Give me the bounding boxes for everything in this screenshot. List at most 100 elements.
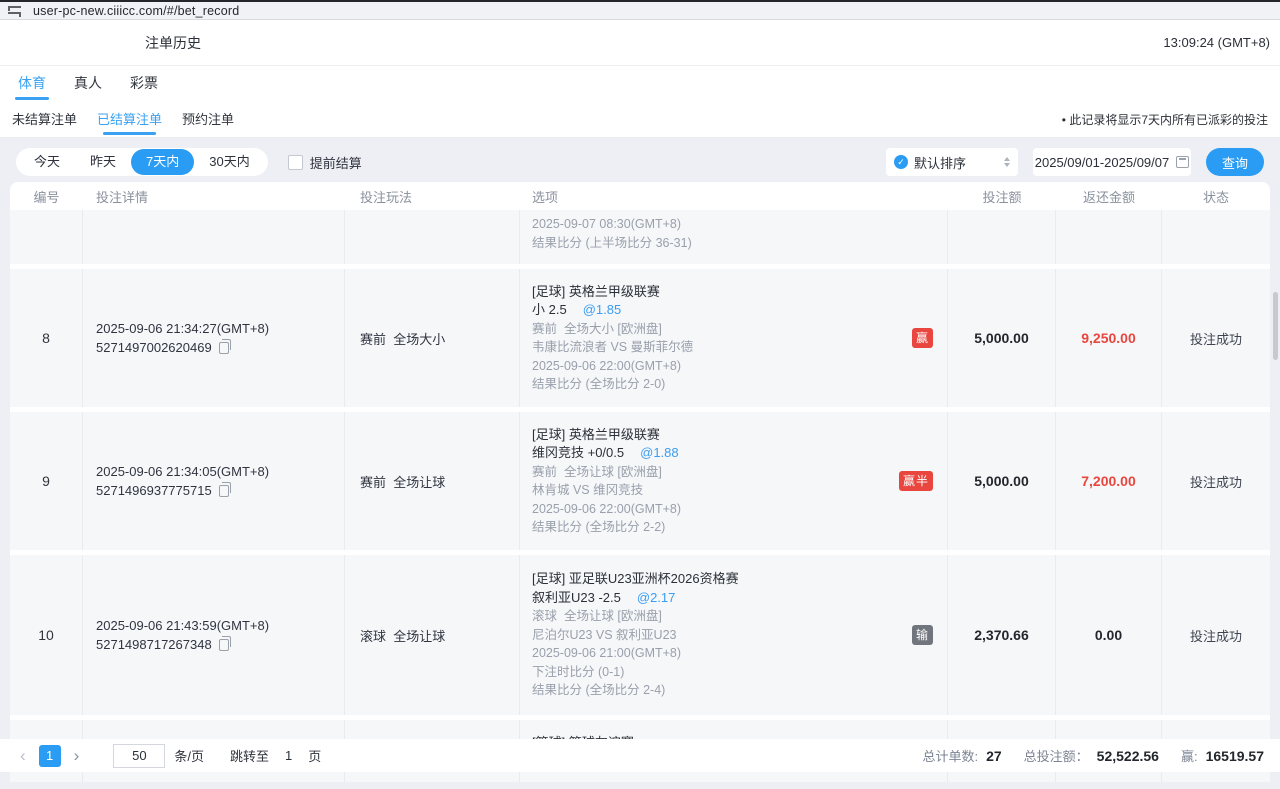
bet-id: 5271498717267348 (96, 635, 212, 654)
bet-detail-cell: 2025-09-06 21:34:05(GMT+8) 5271496937775… (83, 412, 345, 550)
vertical-scrollbar-thumb[interactable] (1273, 292, 1278, 360)
option-line: 2025-09-06 21:00(GMT+8) (532, 644, 907, 663)
calendar-icon (1176, 156, 1189, 168)
option-cell: [足球] 英格兰甲级联赛 小 2.5@1.85 赛前 全场大小 [欧洲盘] 韦康… (520, 269, 948, 407)
option-cell: [足球] 亚足联U23亚洲杯2026资格赛 叙利亚U23 -2.5@2.17 滚… (520, 555, 948, 715)
option-line: 韦康比流浪者 VS 曼斯菲尔德 (532, 338, 907, 357)
filter-30days[interactable]: 30天内 (194, 148, 264, 176)
category-tabs: 体育 真人 彩票 (0, 66, 1280, 103)
play-type: 滚球 全场让球 (345, 555, 520, 715)
option-line: 下注时比分 (0-1) (532, 663, 907, 682)
row-no: 10 (10, 555, 83, 715)
option-line: 滚球 全场让球 [欧洲盘] (532, 607, 907, 626)
subtab-settled[interactable]: 已结算注单 (97, 109, 162, 137)
league-name: [足球] 英格兰甲级联赛 (532, 426, 907, 445)
stake-amount: 2,370.66 (948, 555, 1056, 715)
copy-icon[interactable] (219, 342, 229, 354)
option-line: 赛前 全场让球 [欧洲盘] (532, 463, 907, 482)
next-page-button[interactable]: › (70, 747, 84, 764)
pagination-bar: ‹ 1 › 条/页 跳转至 1 页 总计单数: 27 总投注额： 52,522.… (0, 739, 1280, 772)
table-row: 8 2025-09-06 21:34:27(GMT+8) 52714970026… (10, 269, 1270, 407)
play-type: 赛前 全场大小 (345, 269, 520, 407)
table-row-partial-top: 2025-09-07 08:30(GMT+8) 结果比分 (上半场比分 36-3… (10, 210, 1270, 264)
prev-page-button[interactable]: ‹ (16, 747, 30, 764)
current-page-button[interactable]: 1 (39, 745, 61, 767)
col-header-return: 返还金额 (1056, 187, 1162, 206)
bet-table: 编号 投注详情 投注玩法 选项 投注额 返还金额 状态 2025-09-07 0… (10, 182, 1270, 782)
option-line: 2025-09-07 08:30(GMT+8) (532, 215, 907, 234)
tab-sports[interactable]: 体育 (18, 73, 46, 103)
option-line: 赛前 全场大小 [欧洲盘] (532, 320, 907, 339)
sort-select[interactable]: ✓ 默认排序 (886, 148, 1018, 176)
table-row: 10 2025-09-06 21:43:59(GMT+8) 5271498717… (10, 555, 1270, 715)
bet-time: 2025-09-06 21:43:59(GMT+8) (96, 616, 344, 635)
bet-detail-cell: 2025-09-06 21:34:27(GMT+8) 5271497002620… (83, 269, 345, 407)
copy-icon[interactable] (219, 639, 229, 651)
option-line: 结果比分 (全场比分 2-2) (532, 518, 907, 537)
odds: @1.85 (583, 302, 622, 317)
bet-status: 投注成功 (1162, 412, 1270, 550)
col-header-detail: 投注详情 (83, 187, 345, 206)
col-header-stake: 投注额 (948, 187, 1056, 206)
option-line: 结果比分 (上半场比分 36-31) (532, 234, 907, 253)
option-line: 结果比分 (全场比分 2-4) (532, 681, 907, 700)
filter-yesterday[interactable]: 昨天 (75, 148, 131, 176)
jump-to-label: 跳转至 (230, 746, 269, 765)
date-quick-filters: 今天 昨天 7天内 30天内 (16, 148, 268, 176)
tab-lottery[interactable]: 彩票 (130, 73, 158, 103)
sort-select-value: 默认排序 (914, 153, 966, 172)
date-range-value: 2025/09/01-2025/09/07 (1035, 155, 1169, 170)
option-line: 结果比分 (全场比分 2-0) (532, 375, 907, 394)
total-count-value: 27 (986, 748, 1002, 764)
table-row: 9 2025-09-06 21:34:05(GMT+8) 52714969377… (10, 412, 1270, 550)
stake-amount: 5,000.00 (948, 269, 1056, 407)
filter-7days[interactable]: 7天内 (131, 149, 194, 175)
table-header-row: 编号 投注详情 投注玩法 选项 投注额 返还金额 状态 (10, 182, 1270, 210)
early-settle-checkbox-wrap: 提前结算 (288, 153, 362, 172)
filter-today[interactable]: 今天 (19, 148, 75, 176)
bet-detail-cell: 2025-09-06 21:43:59(GMT+8) 5271498717267… (83, 555, 345, 715)
subtab-reserved[interactable]: 预约注单 (182, 109, 234, 137)
subtab-unsettled[interactable]: 未结算注单 (12, 109, 77, 137)
col-header-play: 投注玩法 (345, 187, 520, 206)
result-badge-lose: 输 (912, 625, 933, 645)
early-settle-label: 提前结算 (310, 153, 362, 172)
check-circle-icon: ✓ (894, 155, 908, 169)
col-header-no: 编号 (10, 187, 83, 206)
page-title: 注单历史 (145, 33, 201, 53)
option-cell: [足球] 英格兰甲级联赛 维冈竞技 +0/0.5@1.88 赛前 全场让球 [欧… (520, 412, 948, 550)
totals-summary: 总计单数: 27 总投注额： 52,522.56 赢: 16519.57 (900, 746, 1264, 765)
total-win-label: 赢: (1181, 746, 1198, 765)
jump-page-input[interactable]: 1 (285, 748, 292, 763)
per-page-label: 条/页 (174, 746, 204, 765)
pick: 叙利亚U23 -2.5 (532, 590, 621, 605)
sort-arrows-icon (1004, 157, 1010, 167)
col-header-status: 状态 (1162, 187, 1270, 206)
url-text[interactable]: user-pc-new.ciiicc.com/#/bet_record (33, 4, 239, 18)
browser-url-bar[interactable]: user-pc-new.ciiicc.com/#/bet_record (0, 0, 1280, 20)
col-header-option: 选项 (520, 187, 948, 206)
tab-live[interactable]: 真人 (74, 73, 102, 103)
browser-tab-icon (8, 5, 21, 16)
bet-time: 2025-09-06 21:34:05(GMT+8) (96, 462, 344, 481)
odds: @1.88 (640, 445, 679, 460)
bet-status: 投注成功 (1162, 269, 1270, 407)
date-range-picker[interactable]: 2025/09/01-2025/09/07 (1033, 148, 1191, 176)
early-settle-checkbox[interactable] (288, 155, 303, 170)
bet-id: 5271496937775715 (96, 481, 212, 500)
clock: 13:09:24 (GMT+8) (1163, 35, 1270, 50)
total-stake-value: 52,522.56 (1097, 748, 1159, 764)
search-button[interactable]: 查询 (1206, 148, 1264, 176)
page-header: 注单历史 13:09:24 (GMT+8) (0, 20, 1280, 66)
odds: @2.17 (637, 590, 676, 605)
return-amount: 7,200.00 (1056, 412, 1162, 550)
page-label: 页 (308, 746, 321, 765)
result-badge-half-win: 赢半 (899, 471, 933, 491)
bet-id: 5271497002620469 (96, 338, 212, 357)
total-stake-label: 总投注额： (1024, 746, 1089, 765)
copy-icon[interactable] (219, 485, 229, 497)
league-name: [足球] 英格兰甲级联赛 (532, 283, 907, 302)
page-size-input[interactable] (113, 744, 165, 768)
row-no: 8 (10, 269, 83, 407)
bet-time: 2025-09-06 21:34:27(GMT+8) (96, 319, 344, 338)
